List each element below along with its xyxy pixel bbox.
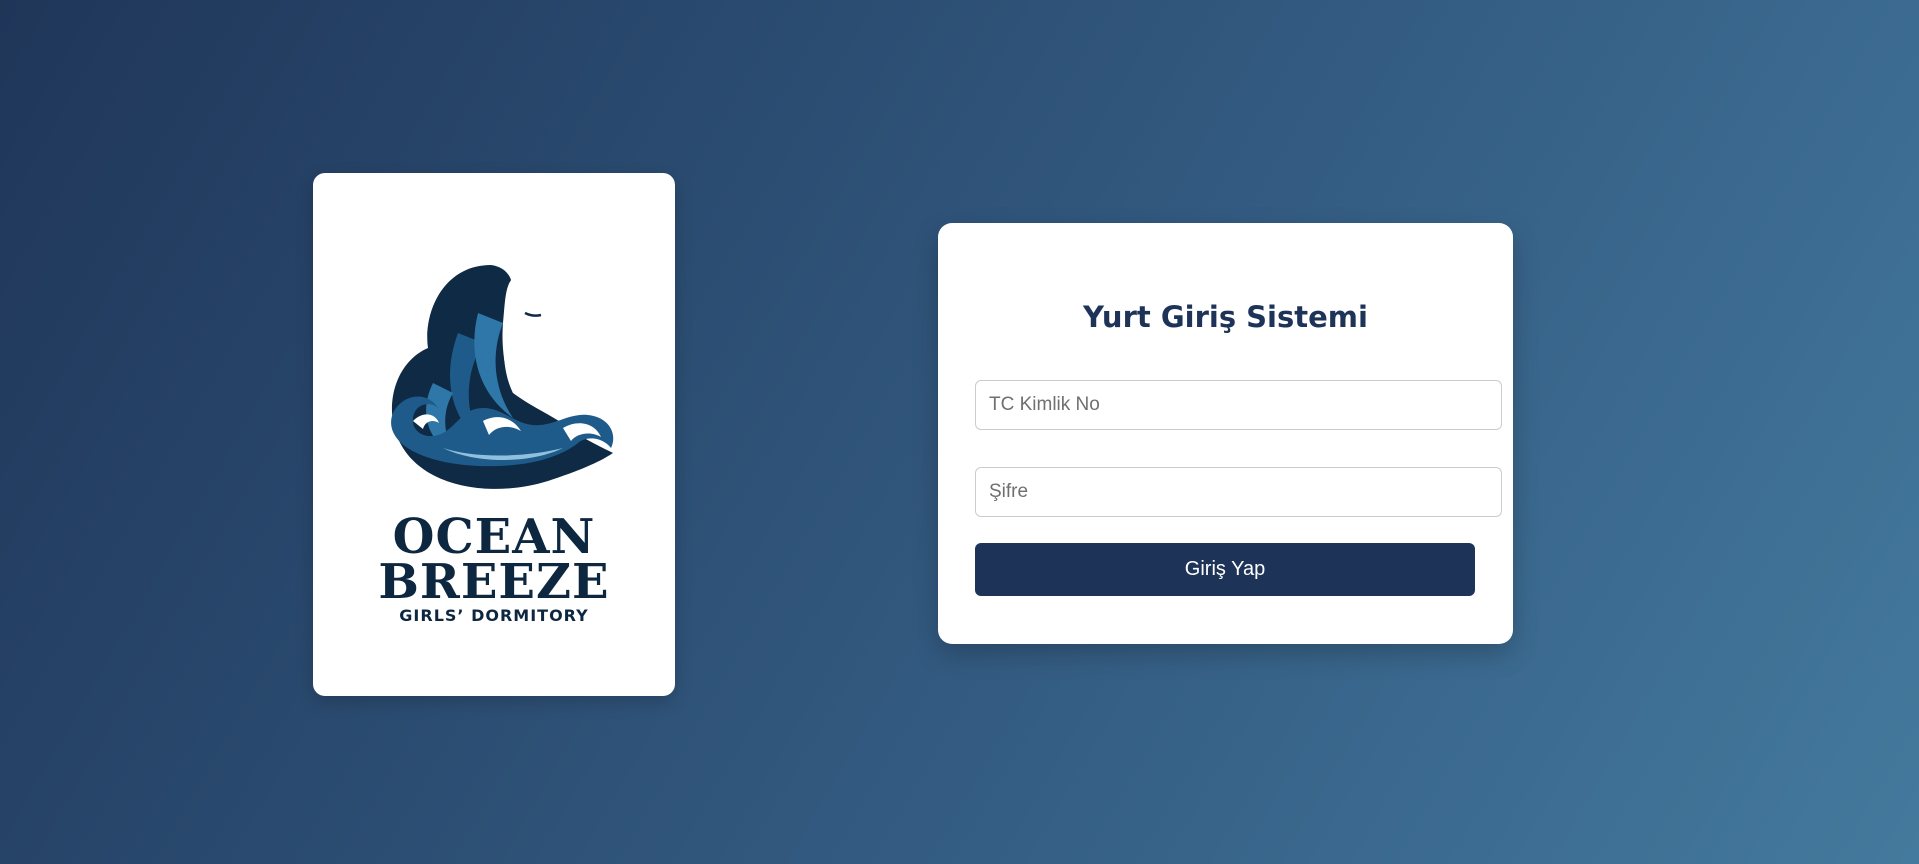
login-title: Yurt Giriş Sistemi (1083, 300, 1368, 334)
logo-card: OCEAN BREEZE GIRLS’ DORMITORY (313, 173, 675, 696)
brand-line-breeze: BREEZE (378, 554, 610, 610)
tc-kimlik-input[interactable] (975, 380, 1502, 430)
woman-profile-waves-logo (391, 265, 614, 489)
password-input[interactable] (975, 467, 1502, 517)
brand-subtitle: GIRLS’ DORMITORY (399, 606, 589, 625)
login-card: Yurt Giriş Sistemi Giriş Yap (938, 223, 1513, 644)
login-button[interactable]: Giriş Yap (975, 543, 1475, 596)
